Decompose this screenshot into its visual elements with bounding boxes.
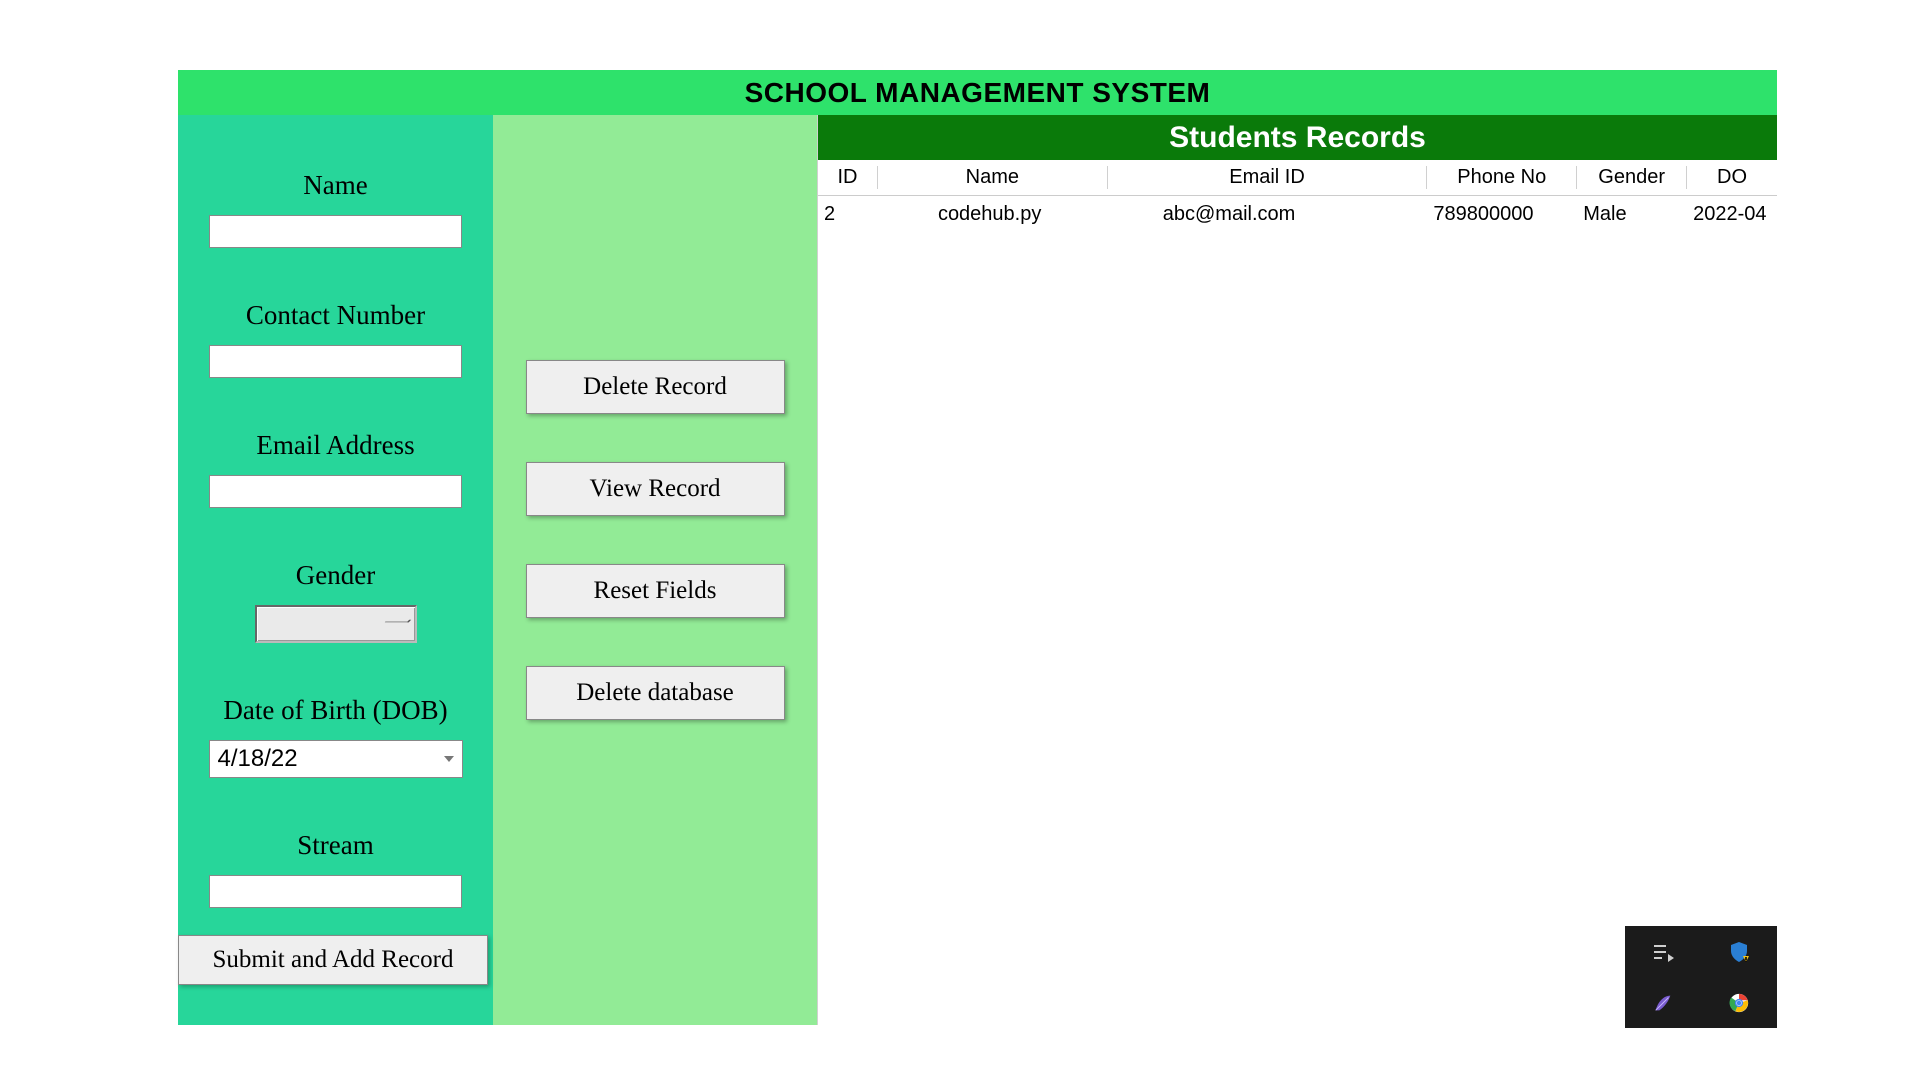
name-input[interactable]: [209, 215, 462, 248]
table-row[interactable]: 2 codehub.py abc@mail.com 789800000 Male…: [818, 196, 1777, 232]
cell-phone: 789800000: [1427, 203, 1577, 226]
cell-dob: 2022-04: [1687, 203, 1777, 226]
contact-field-group: Contact Number: [209, 300, 462, 378]
contact-input[interactable]: [209, 345, 462, 378]
feather-icon[interactable]: [1650, 990, 1676, 1016]
cell-name: codehub.py: [878, 203, 1108, 226]
email-field-group: Email Address: [209, 430, 462, 508]
contact-label: Contact Number: [246, 300, 425, 331]
delete-database-button[interactable]: Delete database: [526, 666, 785, 720]
view-record-button[interactable]: View Record: [526, 462, 785, 516]
app-title: SCHOOL MANAGEMENT SYSTEM: [745, 77, 1211, 109]
title-bar: SCHOOL MANAGEMENT SYSTEM: [178, 70, 1777, 115]
stream-label: Stream: [297, 830, 373, 861]
cell-gender: Male: [1577, 203, 1687, 226]
content-area: Name Contact Number Email Address Gender…: [178, 115, 1777, 1025]
table-header-row: ID Name Email ID Phone No Gender DO: [818, 160, 1777, 196]
security-shield-icon[interactable]: [1726, 939, 1752, 965]
cell-email: abc@mail.com: [1108, 203, 1428, 226]
chevron-down-icon: [444, 756, 454, 762]
column-id[interactable]: ID: [818, 166, 878, 189]
email-input[interactable]: [209, 475, 462, 508]
email-label: Email Address: [256, 430, 414, 461]
actions-panel: Delete Record View Record Reset Fields D…: [493, 115, 817, 1025]
stream-input[interactable]: [209, 875, 462, 908]
dob-combo[interactable]: 4/18/22: [209, 740, 463, 778]
delete-record-button[interactable]: Delete Record: [526, 360, 785, 414]
playlist-icon[interactable]: [1650, 939, 1676, 965]
cell-id: 2: [818, 203, 878, 226]
records-title: Students Records: [818, 115, 1777, 160]
column-dob[interactable]: DO: [1687, 166, 1777, 189]
column-phone[interactable]: Phone No: [1427, 166, 1577, 189]
dob-value: 4/18/22: [218, 745, 298, 773]
gender-label: Gender: [296, 560, 375, 591]
name-label: Name: [303, 170, 367, 201]
gender-select[interactable]: [255, 605, 417, 643]
column-name[interactable]: Name: [878, 166, 1108, 189]
name-field-group: Name: [209, 170, 462, 248]
stream-field-group: Stream: [209, 830, 462, 908]
gender-field-group: Gender: [255, 560, 417, 643]
dob-label: Date of Birth (DOB): [223, 695, 447, 726]
column-gender[interactable]: Gender: [1577, 166, 1687, 189]
chrome-icon[interactable]: [1726, 990, 1752, 1016]
records-panel: Students Records ID Name Email ID Phone …: [817, 115, 1777, 1025]
app-window: SCHOOL MANAGEMENT SYSTEM Name Contact Nu…: [178, 70, 1777, 1028]
submit-add-record-button[interactable]: Submit and Add Record: [178, 935, 488, 985]
taskbar-fragment: [1625, 926, 1777, 1028]
dob-field-group: Date of Birth (DOB) 4/18/22: [209, 695, 463, 778]
reset-fields-button[interactable]: Reset Fields: [526, 564, 785, 618]
column-email[interactable]: Email ID: [1108, 166, 1428, 189]
form-panel: Name Contact Number Email Address Gender…: [178, 115, 493, 1025]
